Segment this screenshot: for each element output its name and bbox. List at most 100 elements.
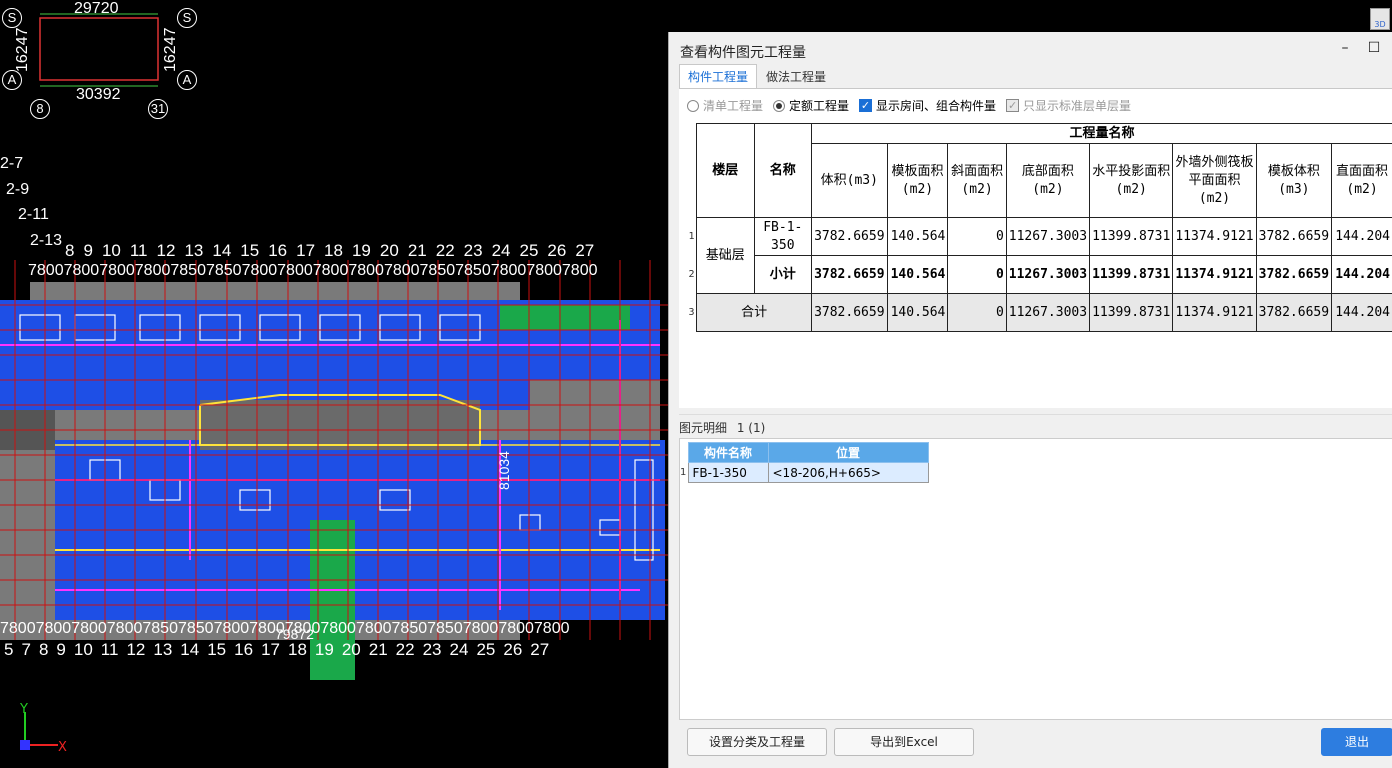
set-category-button[interactable]: 设置分类及工程量 [687, 728, 827, 756]
cell-value: 11399.8731 [1089, 255, 1174, 294]
cad-canvas[interactable]: 29720 30392 16247 16247 S S A A 8 31 2-7… [0, 0, 668, 768]
cell-value: 3782.6659 [1255, 255, 1333, 294]
options-row: 清单工程量 定额工程量 ✓ 显示房间、组合构件量 ✓ 只显示标准层单层量 [687, 97, 1131, 114]
dim-right-vertical: 81034 [496, 451, 512, 490]
grid-num: 15 [240, 241, 260, 260]
grid-num: 22 [395, 640, 415, 659]
cell-value: 140.564 [886, 293, 949, 332]
detail-col-name: 构件名称 [687, 442, 769, 463]
grid-num: 15 [207, 640, 227, 659]
dim-right: 16247 [162, 27, 179, 73]
grid-num: 11 [100, 640, 119, 659]
col-floor-header: 楼层 [696, 123, 755, 218]
option-show-rooms[interactable]: ✓ 显示房间、组合构件量 [859, 97, 996, 114]
export-excel-button[interactable]: 导出到Excel [834, 728, 974, 756]
grid-num: 21 [407, 241, 427, 260]
cell-value: 144.204 [1331, 217, 1392, 256]
grid-num: 10 [101, 241, 121, 260]
detail-cell-position: <18-206,H+665> [767, 462, 929, 483]
spacing-row-top: 7800780078007800785078507800780078007800… [28, 262, 598, 279]
grid-num: 27 [530, 640, 550, 659]
tab-method-qty[interactable]: 做法工程量 [757, 64, 835, 88]
col-header: 直面面积(m2) [1331, 143, 1392, 218]
cell-value: 3782.6659 [1255, 293, 1333, 332]
grid-num: 8 [38, 640, 49, 659]
grid-num: 20 [379, 241, 399, 260]
detail-col-position: 位置 [767, 442, 929, 463]
col-name-header: 名称 [753, 123, 813, 218]
row-number: 1 [688, 230, 695, 242]
dim-left: 16247 [14, 27, 31, 73]
col-header: 斜面面积(m2) [947, 143, 1007, 218]
left-label-2-11: 2-11 [18, 206, 49, 223]
checkbox-checked-icon: ✓ [859, 99, 873, 112]
tab-bar: 构件工程量 做法工程量 [679, 64, 835, 88]
cell-value: 3782.6659 [811, 293, 888, 332]
axis-bubble-8: 8 [30, 99, 50, 119]
grid-num: 19 [351, 241, 371, 260]
grid-num: 23 [422, 640, 442, 659]
left-label-2-13: 2-13 [30, 232, 63, 249]
left-label-2-7: 2-7 [0, 155, 24, 172]
maximize-icon[interactable]: ☐ [1366, 40, 1382, 56]
grid-num: 13 [153, 640, 173, 659]
exit-button[interactable]: 退出 [1321, 728, 1392, 756]
grid-num: 25 [476, 640, 496, 659]
grid-num: 16 [268, 241, 288, 260]
option-std-floor-only[interactable]: ✓ 只显示标准层单层量 [1006, 97, 1131, 114]
cell-value: 11374.9121 [1172, 293, 1257, 332]
tab-panel: 清单工程量 定额工程量 ✓ 显示房间、组合构件量 ✓ 只显示标准层单层量 楼层 … [679, 88, 1392, 408]
grid-num: 16 [234, 640, 254, 659]
minimize-icon[interactable]: – [1337, 40, 1353, 56]
tab-component-qty[interactable]: 构件工程量 [679, 64, 758, 88]
row-number: 2 [688, 268, 695, 280]
cell-value: 11267.3003 [1005, 255, 1091, 294]
grid-num: 14 [212, 241, 232, 260]
cell-floor: 基础层 [696, 217, 755, 294]
col-header: 体积(m3) [811, 143, 888, 218]
cell-value: 11267.3003 [1005, 293, 1091, 332]
cell-value: 3782.6659 [811, 255, 888, 294]
col-header: 底部面积(m2) [1005, 143, 1091, 218]
table-row-total[interactable]: 3 合计 3782.6659 140.564 0 11267.3003 1139… [687, 293, 1392, 332]
option-label: 显示房间、组合构件量 [876, 99, 997, 113]
detail-row[interactable]: 1 FB-1-350 <18-206,H+665> [680, 462, 929, 483]
option-label: 清单工程量 [703, 99, 764, 113]
grid-num: 20 [341, 640, 361, 659]
cell-value: 144.204 [1331, 293, 1392, 332]
view-3d-icon[interactable]: 3D [1370, 8, 1390, 30]
cell-value: 3782.6659 [1255, 217, 1333, 256]
cell-value: 11374.9121 [1172, 255, 1257, 294]
row-number: 1 [680, 462, 688, 483]
col-header: 外墙外侧筏板平面面积(m2) [1172, 143, 1257, 218]
cell-name: FB-1-350 [753, 217, 813, 256]
grid-num: 21 [368, 640, 388, 659]
table-row-subtotal[interactable]: 2 小计 3782.6659 140.564 0 11267.3003 1139… [687, 255, 1392, 294]
cell-value: 0 [947, 255, 1007, 294]
table-row[interactable]: 1 基础层 FB-1-350 3782.6659 140.564 0 11267… [687, 217, 1392, 294]
grid-num: 14 [180, 640, 200, 659]
grid-num: 17 [296, 241, 316, 260]
left-label-2-9: 2-9 [6, 181, 30, 198]
dim-top: 29720 [74, 0, 119, 17]
axis-bubble-s-right: S [177, 8, 197, 28]
axis-y-label: Y [20, 702, 28, 717]
option-bill-qty[interactable]: 清单工程量 [687, 97, 763, 114]
detail-cell-name: FB-1-350 [687, 462, 769, 483]
cell-value: 0 [947, 293, 1007, 332]
grid-bottom-numbers: 5 7 8 9 10 11 12 13 14 15 16 17 18 19 20… [4, 640, 549, 660]
grid-num: 24 [491, 241, 511, 260]
grid-num: 9 [56, 640, 66, 659]
axis-x-label: X [58, 740, 67, 755]
cell-value: 11399.8731 [1089, 293, 1174, 332]
option-quota-qty[interactable]: 定额工程量 [773, 97, 849, 114]
detail-label: 图元明细 [679, 421, 728, 435]
grid-num: 11 [129, 241, 148, 260]
row-number: 3 [687, 293, 697, 332]
cell-value: 11374.9121 [1172, 217, 1257, 256]
checkbox-disabled-icon: ✓ [1006, 99, 1020, 112]
grid-num: 10 [73, 640, 93, 659]
radio-selected-icon [773, 99, 786, 112]
grid-num: 7 [21, 640, 31, 659]
cell-value: 144.204 [1331, 255, 1392, 294]
